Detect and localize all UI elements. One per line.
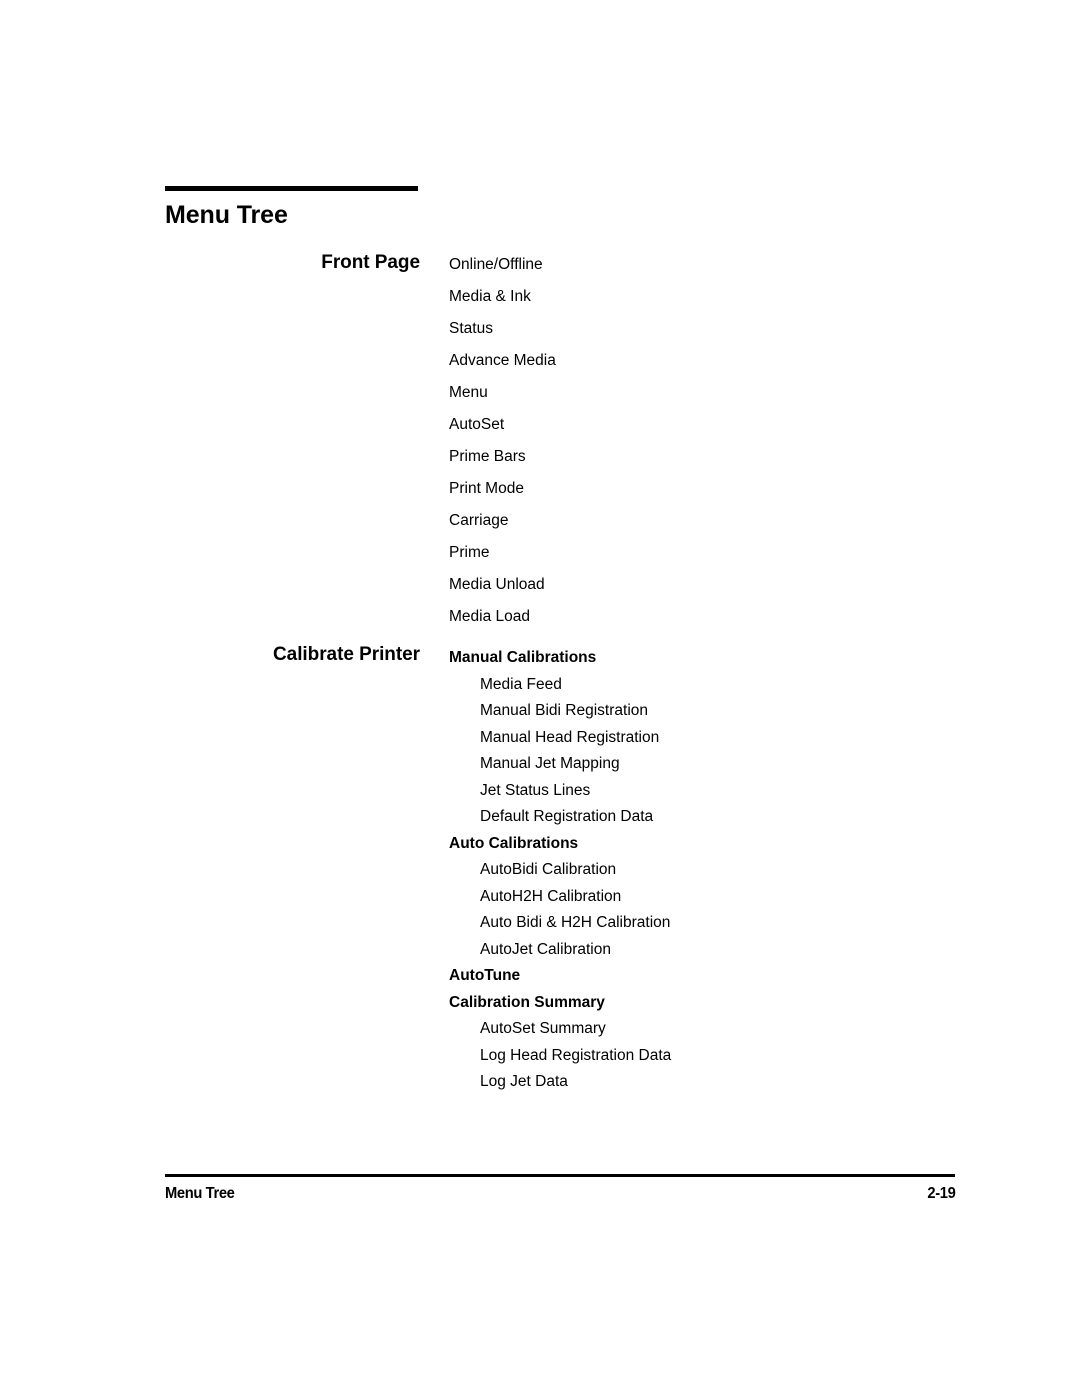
tree-item: Default Registration Data bbox=[480, 808, 654, 825]
tree-item: Log Head Registration Data bbox=[480, 1046, 672, 1064]
tree-section-label: Front Page bbox=[321, 252, 420, 273]
tree-group-label: Auto Calibrations bbox=[449, 834, 579, 852]
tree-item: AutoJet Calibration bbox=[480, 940, 611, 958]
tree-item: Manual Jet Mapping bbox=[480, 755, 620, 772]
tree-group-label: AutoTune bbox=[449, 967, 521, 984]
document-page: Menu Tree Front Page Online/Offline Media … bbox=[0, 0, 1080, 1397]
tree-item: Media & Ink bbox=[449, 288, 531, 305]
tree-item: Media Load bbox=[449, 608, 531, 625]
tree-item: AutoSet bbox=[449, 416, 505, 433]
tree-item: Print Mode bbox=[449, 480, 524, 497]
tree-item: Log Jet Data bbox=[480, 1073, 568, 1090]
tree-item: Status bbox=[449, 320, 493, 337]
footer-rule bbox=[165, 1174, 955, 1177]
tree-item: Advance Media bbox=[449, 352, 556, 369]
tree-group-label: Calibration Summary bbox=[449, 993, 605, 1011]
tree-section-items: Online/Offline Media & Ink Status Advance M… bbox=[449, 255, 1009, 639]
tree-item: Jet Status Lines bbox=[480, 781, 591, 799]
tree-item: AutoH2H Calibration bbox=[480, 887, 622, 905]
footer-chapter-label: Menu Tree bbox=[165, 1184, 235, 1202]
tree-item: Manual Head Registration bbox=[480, 728, 660, 746]
tree-section-items: Manual Calibrations Media Feed Manual Bidi… bbox=[449, 648, 1009, 1099]
tree-item: AutoBidi Calibration bbox=[480, 861, 617, 878]
tree-item: AutoSet Summary bbox=[480, 1020, 606, 1037]
tree-item: Media Unload bbox=[449, 576, 545, 593]
tree-item: Manual Bidi Registration bbox=[480, 702, 649, 719]
page-footer: Menu Tree 2-19 bbox=[165, 1174, 955, 1203]
tree-item: Menu bbox=[449, 384, 488, 401]
tree-item: Prime bbox=[449, 544, 490, 561]
tree-group-label: Manual Calibrations bbox=[449, 649, 597, 666]
page-heading-block: Menu Tree bbox=[165, 186, 765, 230]
footer-page-number: 2-19 bbox=[926, 1184, 955, 1202]
tree-item: Auto Bidi & H2H Calibration bbox=[480, 914, 671, 931]
tree-item: Online/Offline bbox=[449, 256, 543, 273]
tree-section-label: Calibrate Printer bbox=[273, 644, 420, 665]
tree-item: Prime Bars bbox=[449, 448, 526, 465]
tree-item: Media Feed bbox=[480, 675, 562, 693]
tree-item: Carriage bbox=[449, 512, 509, 529]
heading-rule bbox=[165, 186, 418, 191]
footer-row: Menu Tree 2-19 bbox=[165, 1185, 955, 1203]
page-title: Menu Tree bbox=[165, 201, 288, 229]
